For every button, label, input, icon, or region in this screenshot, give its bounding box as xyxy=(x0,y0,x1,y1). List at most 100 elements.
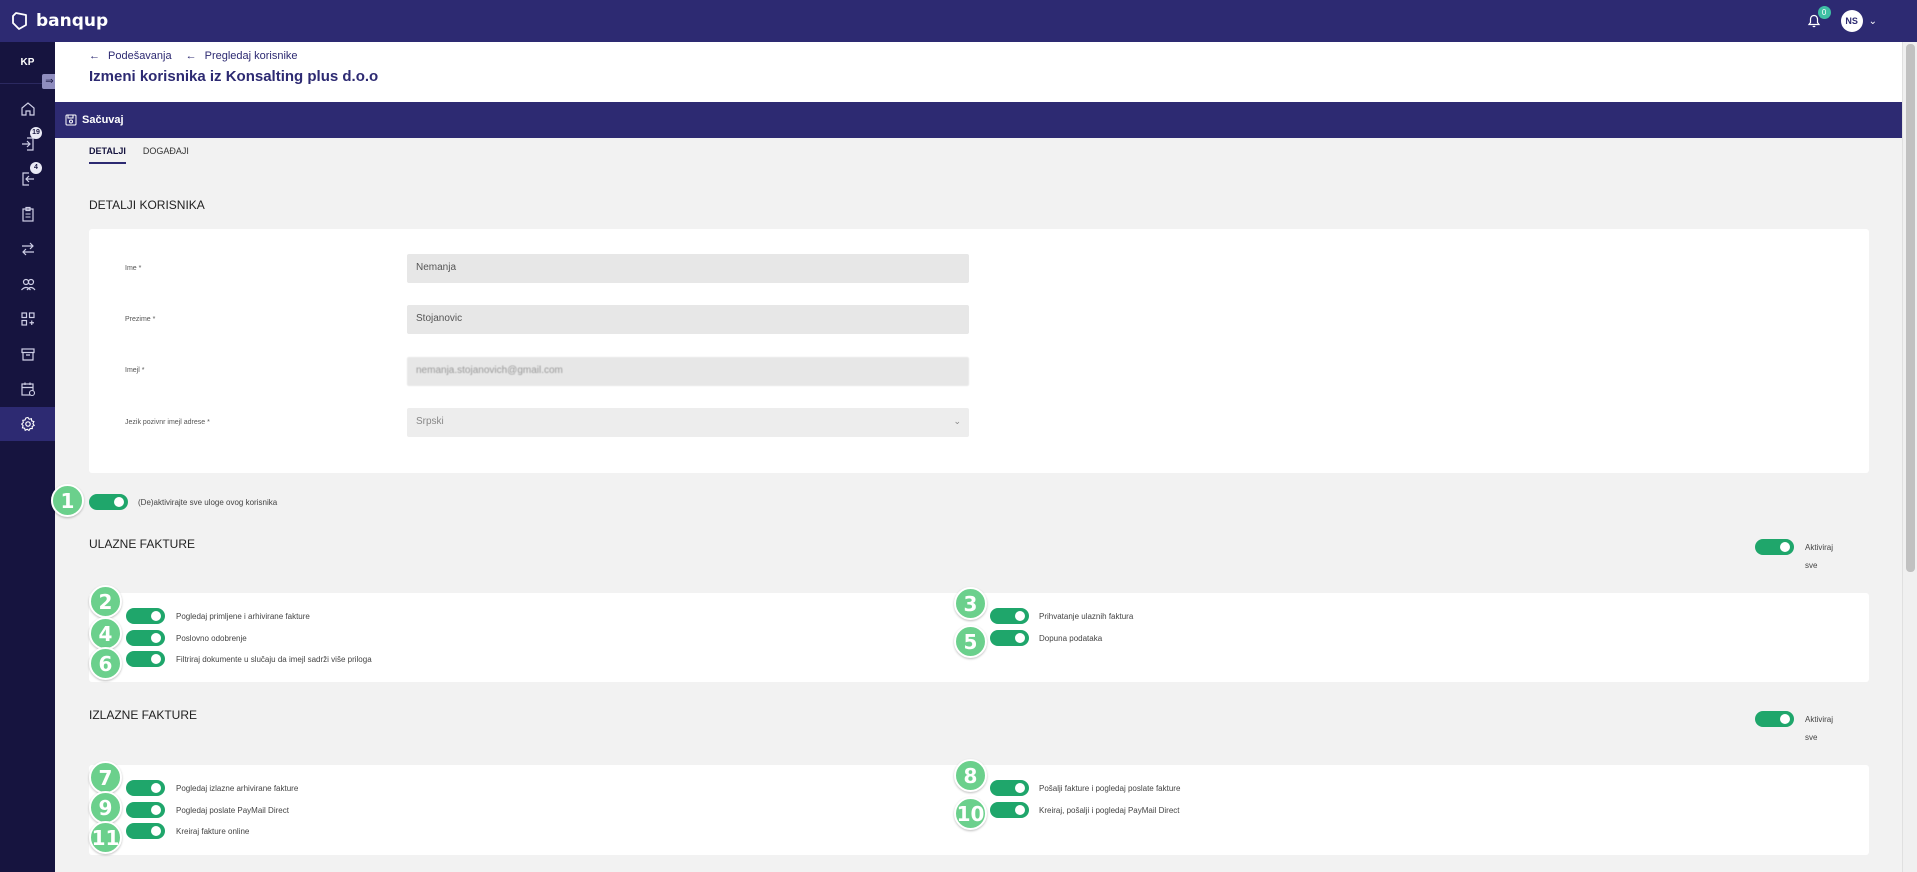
chevron-down-icon: ⌄ xyxy=(953,416,961,426)
sidebar-item-contacts[interactable] xyxy=(0,267,55,301)
outgoing-count-badge: 4 xyxy=(30,162,42,174)
incoming-role-toggle-business-approval[interactable] xyxy=(126,630,165,646)
tab-bar: DETALJI DOGAĐAJI xyxy=(89,146,206,164)
incoming-activate-all-toggle[interactable] xyxy=(1755,539,1794,555)
outgoing-role-toggle-view-paymail[interactable] xyxy=(126,802,165,818)
breadcrumb-label: Pregledaj korisnike xyxy=(204,50,298,62)
scrollbar-thumb[interactable] xyxy=(1906,44,1915,572)
outgoing-role-label: Kreiraj, pošalji i pogledaj PayMail Dire… xyxy=(1039,806,1180,815)
notifications-button[interactable]: 0 xyxy=(1803,6,1831,32)
apps-icon xyxy=(20,312,35,326)
page-header: ← Podešavanja ← Pregledaj korisnike Izme… xyxy=(55,42,1902,102)
page-scrollbar[interactable] xyxy=(1902,42,1917,872)
sidebar-item-apps[interactable] xyxy=(0,302,55,336)
step-marker: 7 xyxy=(89,761,122,794)
sidebar-item-documents[interactable] xyxy=(0,197,55,231)
save-button[interactable]: Sačuvaj xyxy=(65,114,124,126)
master-roles-toggle-label: (De)aktivirajte sve uloge ovog korisnika xyxy=(138,498,278,507)
outgoing-role-label: Kreiraj fakture online xyxy=(176,827,250,836)
last-name-label: Prezime * xyxy=(125,316,156,323)
step-marker: 6 xyxy=(89,647,122,680)
outgoing-activate-all-label: Aktiviraj xyxy=(1805,715,1834,724)
incoming-role-label: Prihvatanje ulaznih faktura xyxy=(1039,612,1134,621)
save-icon xyxy=(65,114,77,126)
tab-details[interactable]: DETALJI xyxy=(89,146,126,164)
banqup-logo-icon xyxy=(12,12,27,30)
step-marker: 10 xyxy=(954,797,987,830)
sidebar-item-settings[interactable] xyxy=(0,407,55,441)
incoming-role-toggle-data-completion[interactable] xyxy=(990,630,1029,646)
incoming-role-toggle-filter-documents[interactable] xyxy=(126,651,165,667)
arrow-left-icon: ← xyxy=(185,50,197,62)
language-label: Jezik pozivnr imejl adrese * xyxy=(125,419,210,426)
action-bar: Sačuvaj xyxy=(55,102,1902,138)
incoming-section-title: ULAZNE FAKTURE xyxy=(89,537,196,551)
brand-logo[interactable]: banqup xyxy=(10,11,108,31)
outgoing-role-toggle-paymail-direct[interactable] xyxy=(990,802,1029,818)
breadcrumb-link-users[interactable]: ← Pregledaj korisnike xyxy=(186,50,298,62)
outgoing-role-toggle-view-archived[interactable] xyxy=(126,780,165,796)
step-marker: 9 xyxy=(89,791,122,824)
save-label: Sačuvaj xyxy=(82,114,124,126)
step-marker: 8 xyxy=(954,759,987,792)
master-roles-toggle[interactable] xyxy=(89,494,128,510)
outgoing-role-label: Pogledaj poslate PayMail Direct xyxy=(176,806,289,815)
sidebar-item-incoming[interactable]: 19 xyxy=(0,127,55,161)
page-title: Izmeni korisnika iz Konsalting plus d.o.… xyxy=(89,68,379,85)
tab-events[interactable]: DOGAĐAJI xyxy=(143,146,189,164)
incoming-role-toggle-view-archived[interactable] xyxy=(126,608,165,624)
sidebar-item-home[interactable] xyxy=(0,92,55,126)
last-name-field[interactable]: Stojanovic xyxy=(407,305,969,334)
incoming-activate-all-label: Aktiviraj xyxy=(1805,543,1834,552)
clipboard-icon xyxy=(21,206,34,222)
notification-count-badge: 0 xyxy=(1817,6,1831,19)
incoming-role-label: Pogledaj primljene i arhivirane fakture xyxy=(176,612,310,621)
step-marker: 2 xyxy=(89,585,122,618)
email-label: Imejl * xyxy=(125,367,145,374)
incoming-role-toggle-accept[interactable] xyxy=(990,608,1029,624)
sidebar: KP ⇒ 19 4 xyxy=(0,42,57,872)
incoming-role-label: Poslovno odobrenje xyxy=(176,634,247,643)
brand-name: banqup xyxy=(36,11,109,31)
breadcrumb: ← Podešavanja ← Pregledaj korisnike xyxy=(89,50,312,62)
language-select[interactable]: Srpski ⌄ xyxy=(407,408,969,437)
outgoing-role-toggle-create-online[interactable] xyxy=(126,823,165,839)
outgoing-role-label: Pogledaj izlazne arhivirane fakture xyxy=(176,784,299,793)
step-marker: 1 xyxy=(51,484,84,517)
step-marker: 11 xyxy=(89,821,122,854)
outgoing-role-toggle-send-view[interactable] xyxy=(990,780,1029,796)
outgoing-activate-all-label-2: sve xyxy=(1805,733,1818,742)
top-bar: banqup 0 NS ⌄ xyxy=(0,0,1917,42)
calendar-icon xyxy=(20,382,35,397)
step-marker: 4 xyxy=(89,617,122,650)
sidebar-item-outgoing[interactable]: 4 xyxy=(0,162,55,196)
home-icon xyxy=(20,102,35,116)
users-icon xyxy=(20,278,35,291)
details-section-title: DETALJI KORISNIKA xyxy=(89,198,205,212)
arrow-left-icon: ← xyxy=(89,50,100,62)
user-details-card xyxy=(89,229,1869,473)
archive-icon xyxy=(20,348,35,361)
transfer-icon xyxy=(21,242,34,256)
first-name-label: Ime * xyxy=(125,265,142,272)
settings-icon xyxy=(20,416,35,432)
language-value: Srpski xyxy=(416,416,444,427)
incoming-role-label: Dopuna podataka xyxy=(1039,634,1103,643)
step-marker: 5 xyxy=(954,625,987,658)
sidebar-item-schedule[interactable] xyxy=(0,372,55,406)
outgoing-section-title: IZLAZNE FAKTURE xyxy=(89,708,198,722)
incoming-count-badge: 19 xyxy=(30,127,42,139)
outgoing-role-label: Pošalji fakture i pogledaj poslate faktu… xyxy=(1039,784,1181,793)
first-name-field[interactable]: Nemanja xyxy=(407,254,969,283)
chevron-down-icon[interactable]: ⌄ xyxy=(1869,16,1877,27)
breadcrumb-label: Podešavanja xyxy=(108,50,172,62)
sidebar-item-transactions[interactable] xyxy=(0,232,55,266)
email-field[interactable]: nemanja.stojanovich@gmail.com xyxy=(407,357,969,386)
user-avatar[interactable]: NS xyxy=(1840,10,1863,32)
sidebar-item-archive[interactable] xyxy=(0,337,55,371)
incoming-activate-all-label-2: sve xyxy=(1805,561,1818,570)
outgoing-activate-all-toggle[interactable] xyxy=(1755,711,1794,727)
breadcrumb-link-settings[interactable]: ← Podešavanja xyxy=(89,50,172,62)
incoming-role-label: Filtriraj dokumente u slučaju da imejl s… xyxy=(176,655,372,664)
step-marker: 3 xyxy=(954,587,987,620)
